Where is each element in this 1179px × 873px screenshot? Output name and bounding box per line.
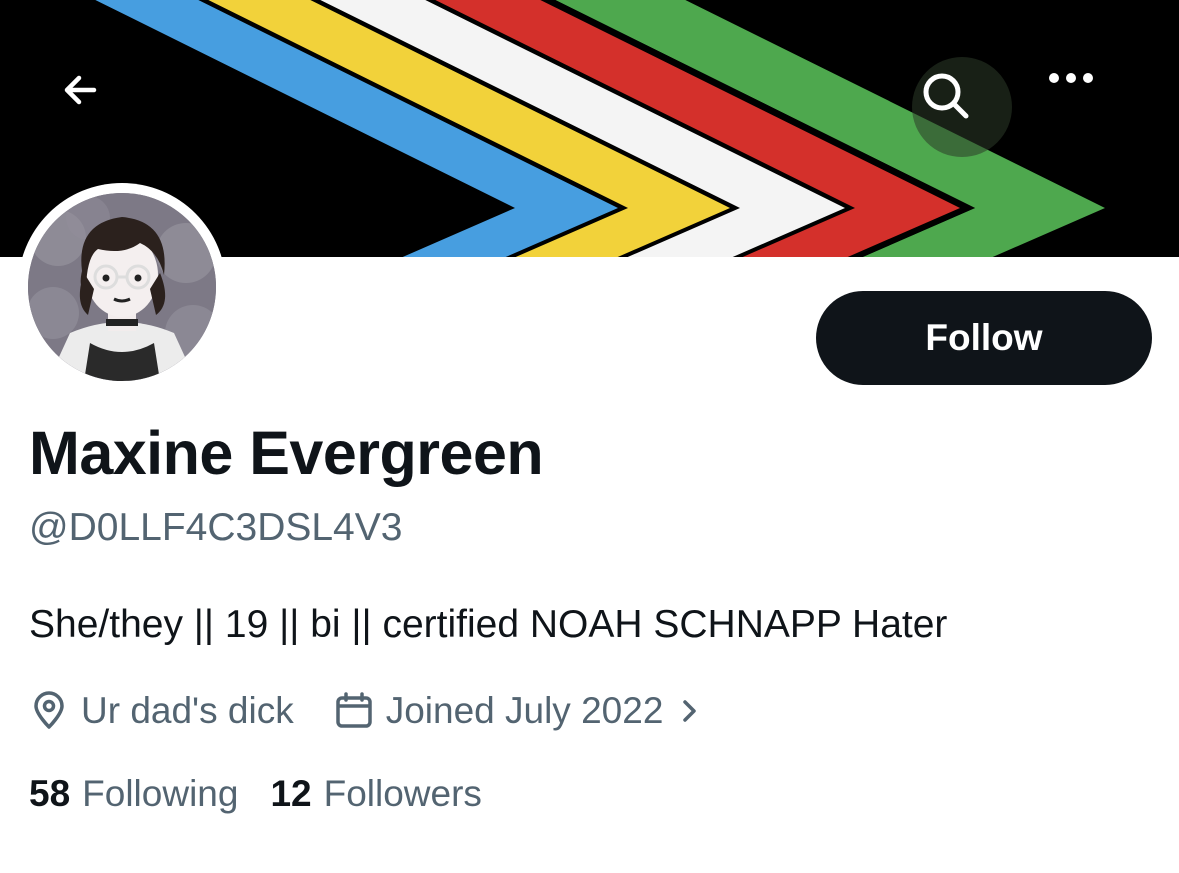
back-button[interactable] (60, 70, 132, 142)
location-text: Ur dad's dick (81, 690, 294, 731)
more-horizontal-icon (1049, 73, 1093, 83)
arrow-left-icon (64, 75, 97, 105)
search-icon (923, 73, 969, 119)
following-label: Following (82, 773, 239, 814)
calendar-icon (335, 692, 372, 728)
followers-count: 12 (270, 773, 312, 814)
profile-handle: @D0LLF4C3DSL4V3 (29, 506, 403, 549)
avatar-image (28, 193, 216, 381)
profile-stats: 58 Following 12 Followers (29, 773, 482, 815)
followers-link[interactable]: 12 Followers (270, 773, 481, 815)
followers-label: Followers (323, 773, 482, 814)
profile-display-name: Maxine Evergreen (29, 419, 544, 487)
more-options-button[interactable] (1048, 72, 1118, 142)
profile-meta: Ur dad's dick Joined July 2022 (29, 686, 713, 736)
joined-date-link[interactable]: Joined July 2022 (334, 690, 714, 732)
profile-bio: She/they || 19 || bi || certified NOAH S… (29, 603, 948, 646)
location-item: Ur dad's dick (29, 690, 334, 732)
following-link[interactable]: 58 Following (29, 773, 238, 815)
location-pin-icon (34, 691, 64, 729)
follow-button[interactable]: Follow (816, 291, 1152, 385)
joined-text: Joined July 2022 (385, 690, 664, 731)
following-count: 58 (29, 773, 71, 814)
avatar[interactable] (28, 193, 216, 381)
search-button[interactable] (920, 70, 1002, 146)
chevron-right-icon (683, 700, 697, 722)
